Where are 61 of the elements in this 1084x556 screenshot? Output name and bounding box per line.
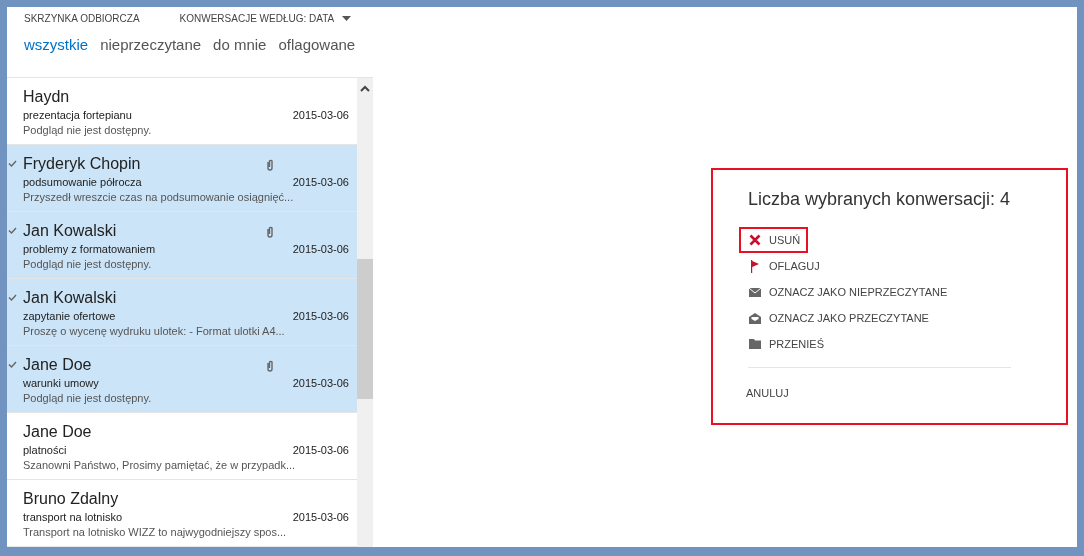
- paperclip-icon: [266, 157, 274, 171]
- message-preview: Podgląd nie jest dostępny.: [23, 391, 153, 406]
- message-date: 2015-03-06: [292, 175, 349, 190]
- filter-tab[interactable]: nieprzeczytane: [100, 34, 202, 57]
- message-date: 2015-03-06: [292, 108, 349, 123]
- check-icon: [8, 160, 17, 167]
- message-item[interactable]: Jan Kowalski problemy z formatowaniem 2015-03-06 Podgląd nie jest dostępny.: [7, 212, 357, 279]
- sender-name: Haydn: [23, 87, 70, 107]
- message-date: 2015-03-06: [292, 242, 349, 257]
- open-envelope-icon: [749, 312, 761, 324]
- message-date: 2015-03-06: [292, 443, 349, 458]
- message-preview: Podgląd nie jest dostępny.: [23, 123, 153, 138]
- message-item[interactable]: Jane Doe warunki umowy 2015-03-06 Podgląd nie jest dostępny.: [7, 346, 357, 413]
- sort-dropdown[interactable]: KONWERSACJE WEDŁUG: DATA: [179, 11, 352, 27]
- message-preview: Proszę o wycenę wydruku ulotek: - Format ulotki A4...: [23, 324, 286, 339]
- filter-tab[interactable]: oflagowane: [278, 34, 356, 57]
- sender-name: Jan Kowalski: [23, 288, 117, 308]
- action-button[interactable]: OZNACZ JAKO PRZECZYTANE: [739, 305, 937, 331]
- message-item[interactable]: Jan Kowalski zapytanie ofertowe 2015-03-06 Proszę o wycenę wydruku ulotek: - Format ulotki A4...: [7, 279, 357, 346]
- cancel-button[interactable]: ANULUJ: [746, 385, 789, 402]
- scroll-up-icon[interactable]: [360, 85, 370, 93]
- sender-name: Fryderyk Chopin: [23, 154, 141, 174]
- sender-name: Bruno Zdalny: [23, 489, 119, 509]
- message-subject: transport na lotnisko: [23, 510, 123, 525]
- sender-name: Jane Doe: [23, 422, 92, 442]
- filter-tab[interactable]: do mnie: [213, 34, 267, 57]
- message-subject: platności: [23, 443, 67, 458]
- message-date: 2015-03-06: [292, 376, 349, 391]
- scrollbar-thumb[interactable]: [357, 259, 373, 399]
- message-preview: Podgląd nie jest dostępny.: [23, 257, 153, 272]
- message-subject: problemy z formatowaniem: [23, 242, 156, 257]
- check-icon: [8, 294, 17, 301]
- paperclip-icon: [266, 224, 274, 238]
- scrollbar[interactable]: [357, 78, 373, 547]
- sender-name: Jan Kowalski: [23, 221, 117, 241]
- action-button[interactable]: OFLAGUJ: [739, 253, 828, 279]
- message-preview: Szanowni Państwo, Prosimy pamiętać, że w przypadk...: [23, 458, 297, 473]
- message-subject: zapytanie ofertowe: [23, 309, 116, 324]
- message-date: 2015-03-06: [292, 309, 349, 324]
- message-preview: Przyszedł wreszcie czas na podsumowanie osiągnięć...: [23, 190, 295, 205]
- caret-icon: [342, 16, 352, 22]
- message-item[interactable]: Fryderyk Chopin podsumowanie półrocza 2015-03-06 Przyszedł wreszcie czas na podsumowanie osiągnięć...: [7, 145, 357, 212]
- message-date: 2015-03-06: [292, 510, 349, 525]
- sender-name: Jane Doe: [23, 355, 92, 375]
- message-subject: warunki umowy: [23, 376, 99, 391]
- action-button[interactable]: PRZENIEŚ: [739, 331, 832, 357]
- message-preview: Transport na lotnisko WIZZ to najwygodniejszy spos...: [23, 525, 288, 540]
- close-icon: [749, 234, 761, 246]
- folder-icon: [749, 339, 761, 349]
- folder-title: SKRZYNKA ODBIORCZA: [24, 12, 140, 27]
- envelope-icon: [749, 287, 761, 297]
- panel-title: Liczba wybranych konwersacji: 4: [748, 188, 1012, 211]
- message-subject: prezentacja fortepianu: [23, 108, 132, 123]
- check-icon: [8, 361, 17, 368]
- check-icon: [8, 227, 17, 234]
- message-subject: podsumowanie półrocza: [23, 175, 142, 190]
- action-button[interactable]: OZNACZ JAKO NIEPRZECZYTANE: [739, 279, 956, 305]
- filter-tab[interactable]: wszystkie: [24, 34, 89, 57]
- paperclip-icon: [266, 358, 274, 372]
- action-button[interactable]: USUŃ: [739, 227, 809, 253]
- flag-icon: [750, 259, 760, 273]
